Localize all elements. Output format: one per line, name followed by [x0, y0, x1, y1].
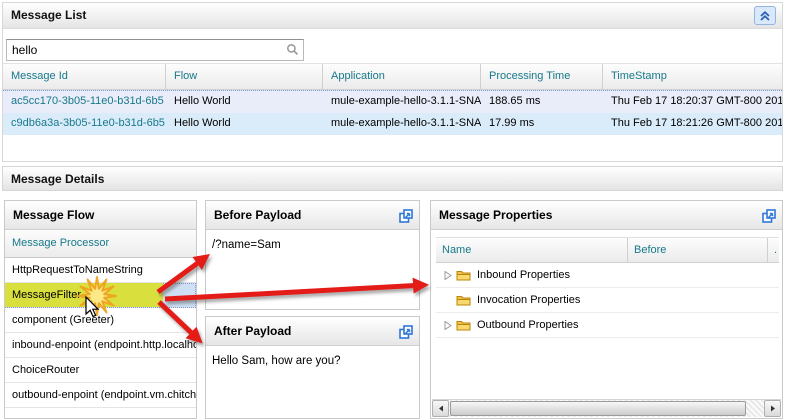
- column-header-before[interactable]: Before: [628, 238, 768, 262]
- after-payload-panel: After Payload Hello Sam, how are you?: [205, 316, 420, 419]
- flow-item-choicerouter[interactable]: ChoiceRouter: [5, 358, 196, 383]
- column-header-after-clipped[interactable]: .: [768, 238, 779, 262]
- cell-timestamp: Thu Feb 17 18:20:37 GMT-800 2011: [603, 91, 782, 113]
- flow-item-component-greeter[interactable]: component (Greeter): [5, 308, 196, 333]
- before-payload-header: Before Payload: [206, 201, 419, 230]
- column-header-flow[interactable]: Flow: [166, 64, 323, 89]
- after-payload-title: After Payload: [214, 324, 291, 338]
- flow-item-messagefilter-selected[interactable]: MessageFilter: [5, 283, 196, 308]
- double-chevron-up-icon: [759, 10, 771, 22]
- cell-message-id[interactable]: ac5cc170-3b05-11e0-b31d-6b5: [3, 91, 166, 113]
- popout-icon: [399, 209, 414, 223]
- message-flow-title: Message Flow: [13, 208, 94, 222]
- scroll-left-button[interactable]: [432, 400, 449, 417]
- expand-triangle-icon[interactable]: [440, 271, 456, 280]
- flow-item-outbound-endpoint[interactable]: outbound-enpoint (endpoint.vm.chitcha: [5, 383, 196, 408]
- message-details-titlebar: Message Details: [2, 166, 783, 191]
- cell-processing-time: 17.99 ms: [481, 113, 603, 135]
- mule-message-console: Message List Message Id Flow Application…: [0, 0, 786, 419]
- cell-flow: Hello World: [166, 113, 323, 135]
- message-list-title: Message List: [11, 8, 86, 22]
- search-icon: [286, 43, 299, 59]
- message-properties-panel: Message Properties Name Before . I: [430, 200, 783, 419]
- message-properties-title: Message Properties: [439, 208, 552, 222]
- folder-icon: [456, 319, 471, 331]
- tree-row-inbound-properties[interactable]: Inbound Properties: [436, 263, 779, 288]
- triangle-right-icon: [770, 405, 776, 412]
- column-header-name[interactable]: Name: [436, 238, 628, 262]
- before-payload-content: /?name=Sam: [206, 230, 419, 260]
- scrollbar-track[interactable]: [449, 400, 764, 417]
- message-list-header-row: Message Id Flow Application Processing T…: [3, 63, 782, 90]
- after-payload-header: After Payload: [206, 317, 419, 346]
- scrollbar-thumb[interactable]: [450, 401, 746, 416]
- tree-row-invocation-properties[interactable]: Invocation Properties: [436, 288, 779, 313]
- tree-row-label: Outbound Properties: [477, 319, 579, 331]
- cell-timestamp: Thu Feb 17 18:21:26 GMT-800 2011: [603, 113, 782, 135]
- tree-row-label: Invocation Properties: [477, 294, 580, 306]
- popout-icon: [399, 325, 414, 339]
- collapse-button[interactable]: [754, 6, 776, 25]
- after-payload-popout-button[interactable]: [399, 324, 414, 339]
- message-flow-panel: Message Flow Message Processor HttpReque…: [4, 200, 197, 419]
- popout-icon: [762, 209, 777, 223]
- search-box: [6, 39, 304, 61]
- message-list-titlebar: Message List: [3, 3, 782, 29]
- scroll-right-button[interactable]: [764, 400, 781, 417]
- flow-item-label: MessageFilter: [5, 289, 81, 301]
- column-header-application[interactable]: Application: [323, 64, 481, 89]
- folder-icon: [456, 269, 471, 281]
- message-row-2[interactable]: c9db6a3a-3b05-11e0-b31d-6b5 Hello World …: [3, 113, 782, 135]
- cell-flow: Hello World: [166, 91, 323, 113]
- message-list-panel: Message List Message Id Flow Application…: [2, 2, 783, 162]
- horizontal-scrollbar: [432, 399, 781, 417]
- triangle-left-icon: [438, 405, 444, 412]
- tree-row-outbound-properties[interactable]: Outbound Properties: [436, 313, 779, 338]
- column-header-timestamp[interactable]: TimeStamp: [603, 64, 782, 89]
- before-payload-title: Before Payload: [214, 208, 301, 222]
- after-payload-content: Hello Sam, how are you?: [206, 346, 419, 376]
- properties-grid: Name Before . Inbound Properties Invocat…: [436, 237, 779, 338]
- column-header-message-id[interactable]: Message Id: [3, 64, 166, 89]
- message-details-title: Message Details: [11, 172, 104, 186]
- before-payload-popout-button[interactable]: [399, 208, 414, 223]
- search-input[interactable]: [6, 39, 304, 61]
- message-properties-header: Message Properties: [431, 201, 782, 230]
- properties-header-row: Name Before .: [436, 237, 779, 263]
- flow-item-httprequesttonamestring[interactable]: HttpRequestToNameString: [5, 258, 196, 283]
- message-row-1[interactable]: ac5cc170-3b05-11e0-b31d-6b5 Hello World …: [3, 90, 782, 114]
- folder-icon: [456, 294, 471, 306]
- column-header-message-processor[interactable]: Message Processor: [5, 230, 196, 258]
- expand-triangle-icon[interactable]: [440, 321, 456, 330]
- cell-message-id[interactable]: c9db6a3a-3b05-11e0-b31d-6b5: [3, 113, 166, 135]
- message-properties-popout-button[interactable]: [762, 208, 777, 223]
- cell-processing-time: 188.65 ms: [481, 91, 603, 113]
- message-flow-header: Message Flow: [5, 201, 196, 230]
- column-header-processing-time[interactable]: Processing Time: [481, 64, 603, 89]
- before-payload-panel: Before Payload /?name=Sam: [205, 200, 420, 310]
- tree-row-label: Inbound Properties: [477, 269, 570, 281]
- cell-application: mule-example-hello-3.1.1-SNAP:: [323, 113, 481, 135]
- flow-item-inbound-endpoint[interactable]: inbound-enpoint (endpoint.http.localho: [5, 333, 196, 358]
- cell-application: mule-example-hello-3.1.1-SNAP:: [323, 91, 481, 113]
